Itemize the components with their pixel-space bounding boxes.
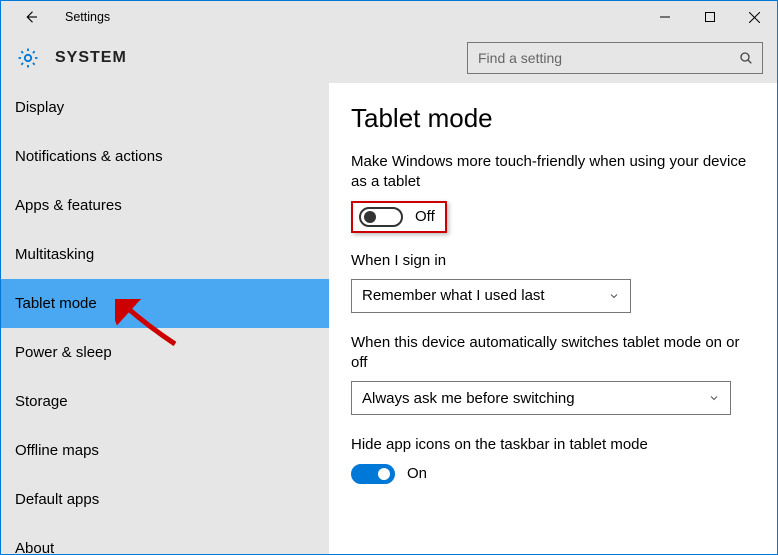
content-pane: Tablet mode Make Windows more touch-frie…: [329, 83, 777, 554]
category-title: SYSTEM: [55, 49, 127, 67]
sidebar-item-label: About: [15, 540, 54, 554]
close-icon: [749, 12, 760, 23]
sidebar-item-power[interactable]: Power & sleep: [1, 328, 329, 377]
sidebar: Display Notifications & actions Apps & f…: [1, 83, 329, 554]
sidebar-item-label: Notifications & actions: [15, 148, 163, 165]
minimize-button[interactable]: [642, 1, 687, 33]
window-title: Settings: [65, 10, 110, 24]
gear-icon: [15, 45, 41, 71]
chevron-down-icon: [708, 392, 720, 404]
settings-window: Settings SYSTEM Disp: [0, 0, 778, 555]
touch-friendly-state: Off: [415, 208, 435, 225]
sidebar-item-offline-maps[interactable]: Offline maps: [1, 426, 329, 475]
sidebar-item-label: Multitasking: [15, 246, 94, 263]
sidebar-item-label: Display: [15, 99, 64, 116]
header: SYSTEM: [1, 33, 777, 83]
minimize-icon: [660, 12, 670, 22]
sidebar-item-label: Default apps: [15, 491, 99, 508]
sidebar-item-label: Apps & features: [15, 197, 122, 214]
close-button[interactable]: [732, 1, 777, 33]
sidebar-item-apps[interactable]: Apps & features: [1, 181, 329, 230]
sidebar-item-notifications[interactable]: Notifications & actions: [1, 132, 329, 181]
sidebar-item-about[interactable]: About: [1, 524, 329, 554]
sidebar-item-default-apps[interactable]: Default apps: [1, 475, 329, 524]
sidebar-item-label: Power & sleep: [15, 344, 112, 361]
titlebar: Settings: [1, 1, 777, 33]
sidebar-item-label: Tablet mode: [15, 295, 97, 312]
window-controls: [642, 1, 777, 33]
hideicons-label: Hide app icons on the taskbar in tablet …: [351, 435, 755, 455]
back-button[interactable]: [15, 1, 47, 33]
sidebar-item-multitasking[interactable]: Multitasking: [1, 230, 329, 279]
autoswitch-dropdown[interactable]: Always ask me before switching: [351, 381, 731, 415]
sidebar-item-display[interactable]: Display: [1, 83, 329, 132]
sidebar-item-label: Storage: [15, 393, 68, 410]
highlight-annotation: Off: [351, 201, 447, 233]
signin-label: When I sign in: [351, 251, 755, 271]
search-icon: [738, 50, 754, 66]
search-box[interactable]: [467, 42, 763, 74]
body: Display Notifications & actions Apps & f…: [1, 83, 777, 554]
maximize-button[interactable]: [687, 1, 732, 33]
signin-dropdown[interactable]: Remember what I used last: [351, 279, 631, 313]
hideicons-toggle[interactable]: [351, 464, 395, 484]
sidebar-item-storage[interactable]: Storage: [1, 377, 329, 426]
autoswitch-label: When this device automatically switches …: [351, 333, 755, 374]
sidebar-item-label: Offline maps: [15, 442, 99, 459]
signin-selected: Remember what I used last: [362, 287, 545, 304]
touch-friendly-label: Make Windows more touch-friendly when us…: [351, 152, 755, 193]
autoswitch-selected: Always ask me before switching: [362, 390, 575, 407]
search-input[interactable]: [476, 49, 738, 67]
hideicons-state: On: [407, 465, 427, 482]
maximize-icon: [705, 12, 715, 22]
touch-friendly-toggle[interactable]: [359, 207, 403, 227]
chevron-down-icon: [608, 290, 620, 302]
back-arrow-icon: [22, 8, 40, 26]
page-title: Tablet mode: [351, 103, 755, 134]
sidebar-item-tablet-mode[interactable]: Tablet mode: [1, 279, 329, 328]
